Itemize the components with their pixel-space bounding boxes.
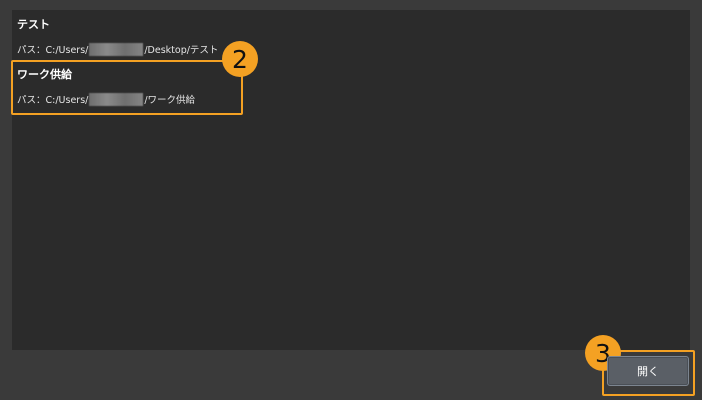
redacted-username (89, 42, 144, 56)
list-item-test[interactable]: テスト パス：C:/Users/ /Desktop/テスト (12, 10, 242, 60)
item-path-suffix: /Desktop/テスト (144, 45, 219, 56)
item-name: テスト (17, 18, 50, 31)
item-path-prefix: パス：C:/Users/ (17, 45, 89, 56)
open-button[interactable]: 開く (607, 356, 689, 386)
highlight-box-work-supply (11, 60, 243, 115)
item-path: パス：C:/Users/ /Desktop/テスト (17, 42, 218, 56)
callout-2: 2 (222, 41, 258, 77)
project-open-dialog: テスト パス：C:/Users/ /Desktop/テスト ワーク供給 パス：C… (0, 0, 702, 400)
